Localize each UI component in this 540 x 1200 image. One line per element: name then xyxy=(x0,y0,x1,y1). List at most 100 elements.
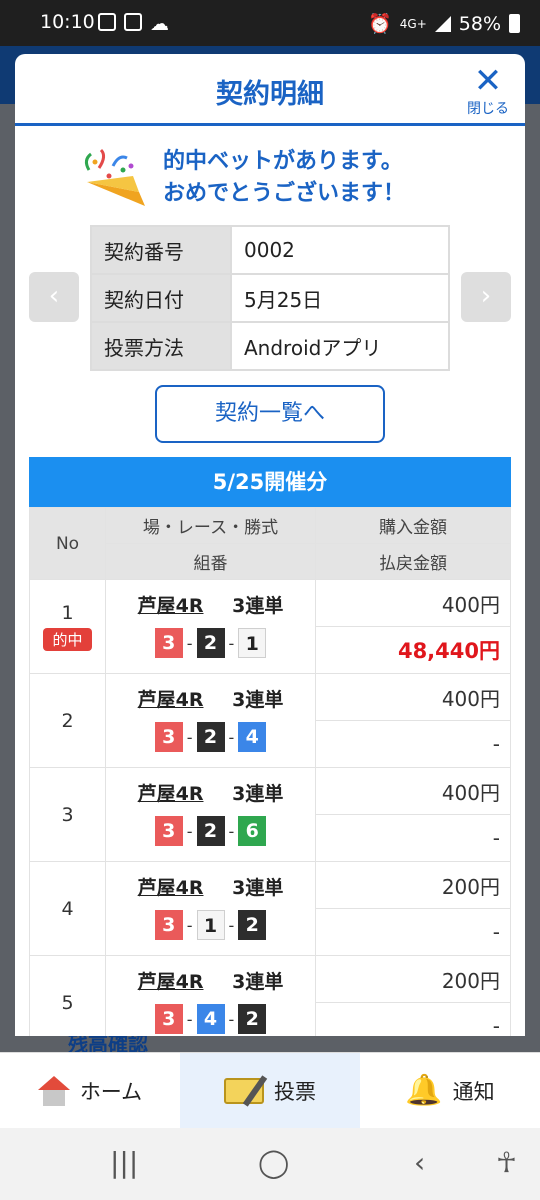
battery-percent: 58% xyxy=(458,12,501,35)
system-nav-bar: ||| ◯ ‹ ☥ xyxy=(0,1128,540,1200)
cloud-icon: ☁ xyxy=(150,13,169,35)
purchase-amount: 200円 xyxy=(315,861,511,909)
accessibility-icon[interactable]: ☥ xyxy=(496,1146,517,1179)
recent-apps-icon[interactable]: ||| xyxy=(110,1146,138,1179)
bet-no: 2 xyxy=(29,673,106,768)
bet-race-cell: 芦屋4R 3連単 3- 2- 6 xyxy=(105,767,316,862)
congrats-line2: おめでとうございます！ xyxy=(163,181,406,206)
status-left-icons: ☁ xyxy=(98,13,169,35)
contract-row: 投票方法 Androidアプリ xyxy=(90,321,450,371)
table-row: 3 芦屋4R 3連単 3- 2- 6 400円 xyxy=(29,767,511,862)
contract-number-value: 0002 xyxy=(230,225,450,275)
close-button[interactable]: ✕ 閉じる xyxy=(463,64,513,118)
boat-number: 3 xyxy=(154,628,183,658)
contract-number-label: 契約番号 xyxy=(90,225,232,275)
nav-notify-label: 通知 xyxy=(452,1079,495,1104)
header-purchase: 購入金額 xyxy=(315,507,511,544)
header-payout: 払戻金額 xyxy=(315,543,511,580)
prev-contract-button[interactable]: ‹ xyxy=(29,272,79,322)
bet-combo: 3- 4- 2 xyxy=(106,994,315,1036)
boat-number: 3 xyxy=(154,1004,183,1034)
bet-no: 4 xyxy=(29,861,106,956)
nav-notify[interactable]: 🔔 通知 xyxy=(360,1053,540,1128)
boat-number: 3 xyxy=(154,910,183,940)
table-row: 2 芦屋4R 3連単 3- 2- 4 400円 xyxy=(29,673,511,768)
race-link[interactable]: 芦屋4R xyxy=(138,783,204,805)
boat-number: 3 xyxy=(154,722,183,752)
purchase-amount: 400円 xyxy=(315,767,511,815)
race-link[interactable]: 芦屋4R xyxy=(138,971,204,993)
nav-home-label: ホーム xyxy=(79,1079,143,1104)
nav-vote[interactable]: 投票 xyxy=(180,1053,360,1128)
vote-method-value: Androidアプリ xyxy=(230,321,450,371)
boat-number: 1 xyxy=(196,910,225,940)
purchase-amount: 400円 xyxy=(315,673,511,721)
modal-header: 契約明細 ✕ 閉じる xyxy=(15,54,525,126)
congrats-message: 的中ベットがあります。 おめでとうございます！ xyxy=(79,146,479,210)
boat-number: 2 xyxy=(196,628,225,658)
bet-race-cell: 芦屋4R 3連単 3- 1- 2 xyxy=(105,861,316,956)
status-bar: 10:10 ☁ ⏰ 4G+ 58% xyxy=(0,0,540,46)
nav-home[interactable]: ホーム xyxy=(0,1053,180,1128)
contract-info-table: 契約番号 0002 契約日付 5月25日 投票方法 Androidアプリ xyxy=(90,225,450,371)
bet-no: 5 xyxy=(29,955,106,1036)
header-race: 場・レース・勝式 xyxy=(105,507,316,544)
bet-type: 3連単 xyxy=(232,595,284,617)
bets-table: No 場・レース・勝式 購入金額 組番 払戻金額 1 的中 芦屋4R 3連単 3… xyxy=(29,507,511,1036)
contract-row: 契約番号 0002 xyxy=(90,225,450,275)
race-link[interactable]: 芦屋4R xyxy=(138,595,204,617)
event-date-header: 5/25開催分 xyxy=(29,457,511,507)
boat-number: 2 xyxy=(238,1004,267,1034)
bet-type: 3連単 xyxy=(232,689,284,711)
contract-detail-modal: 契約明細 ✕ 閉じる 的中ベットがあります。 おめでとうございます！ ‹ 契約番… xyxy=(15,54,525,1036)
payout-amount: - xyxy=(315,908,511,956)
contract-date-label: 契約日付 xyxy=(90,273,232,323)
bet-race-cell: 芦屋4R 3連単 3- 4- 2 xyxy=(105,955,316,1036)
bet-no: 1 xyxy=(61,602,74,624)
bet-combo: 3- 2- 6 xyxy=(106,806,315,858)
table-row: 5 芦屋4R 3連単 3- 4- 2 200円 xyxy=(29,955,511,1036)
hit-badge: 的中 xyxy=(43,628,92,651)
nav-vote-label: 投票 xyxy=(274,1079,316,1104)
shield-check-icon xyxy=(124,13,142,31)
boat-number: 6 xyxy=(238,816,267,846)
ticket-pen-icon xyxy=(224,1077,264,1104)
back-icon[interactable]: ‹ xyxy=(414,1146,425,1179)
payout-amount: 48,440円 xyxy=(315,626,511,674)
race-link[interactable]: 芦屋4R xyxy=(138,877,204,899)
alarm-icon: ⏰ xyxy=(368,13,392,35)
bet-type: 3連単 xyxy=(232,877,284,899)
boat-number: 1 xyxy=(238,628,267,658)
bell-icon: 🔔 xyxy=(405,1073,443,1108)
status-time: 10:10 xyxy=(40,11,95,33)
party-popper-icon xyxy=(84,148,145,206)
close-icon: ✕ xyxy=(473,61,503,101)
modal-title: 契約明細 xyxy=(216,79,324,110)
house-icon xyxy=(37,1075,70,1106)
vote-method-label: 投票方法 xyxy=(90,321,232,371)
purchase-amount: 200円 xyxy=(315,955,511,1003)
race-link[interactable]: 芦屋4R xyxy=(138,689,204,711)
table-row: 4 芦屋4R 3連単 3- 1- 2 200円 xyxy=(29,861,511,956)
boat-number: 2 xyxy=(196,722,225,752)
bet-type: 3連単 xyxy=(232,783,284,805)
next-contract-button[interactable]: › xyxy=(461,272,511,322)
network-type: 4G+ xyxy=(399,16,427,31)
bet-no: 3 xyxy=(29,767,106,862)
signal-icon xyxy=(434,15,451,32)
bet-race-cell: 芦屋4R 3連単 3- 2- 1 xyxy=(105,579,316,674)
app-notification-icon xyxy=(98,13,116,31)
battery-icon xyxy=(509,14,520,33)
home-circle-icon[interactable]: ◯ xyxy=(258,1146,289,1179)
table-header-row: No 場・レース・勝式 購入金額 xyxy=(29,507,511,580)
contract-date-value: 5月25日 xyxy=(230,273,450,323)
header-no: No xyxy=(29,507,106,580)
header-combo: 組番 xyxy=(105,543,316,580)
contract-list-button[interactable]: 契約一覧へ xyxy=(155,385,385,443)
bet-combo: 3- 1- 2 xyxy=(106,900,315,952)
bottom-nav: ホーム 投票 🔔 通知 xyxy=(0,1052,540,1128)
contract-row: 契約日付 5月25日 xyxy=(90,273,450,323)
bet-type: 3連単 xyxy=(232,971,284,993)
congrats-line1: 的中ベットがあります。 xyxy=(163,149,403,174)
table-row: 1 的中 芦屋4R 3連単 3- 2- 1 400円 xyxy=(29,579,511,674)
